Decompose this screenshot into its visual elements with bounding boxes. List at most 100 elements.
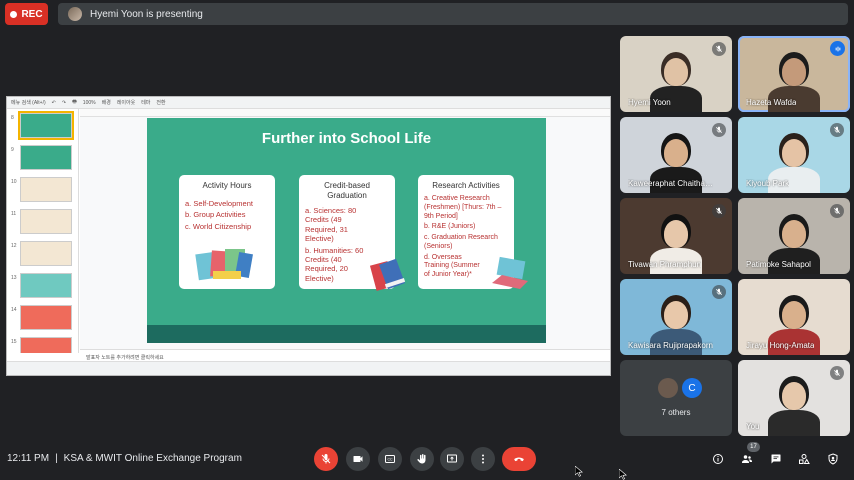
present-icon bbox=[447, 454, 457, 463]
books-illustration bbox=[369, 258, 406, 291]
slide-thumbnail[interactable] bbox=[20, 209, 72, 234]
slide-canvas: Further into School Life Activity Hours … bbox=[80, 117, 610, 349]
toolbar-item[interactable]: 배경 bbox=[102, 99, 111, 106]
card-title: Credit-based Graduation bbox=[324, 181, 370, 200]
person-body bbox=[768, 410, 820, 436]
chat-button[interactable] bbox=[768, 451, 784, 467]
shared-screen: 메뉴 검색 (Alt+/) ↶ ↷ 🖶 100% 배경 레이아웃 테마 전환 8 9 10 11 12 1… bbox=[6, 96, 611, 376]
separator: | bbox=[55, 453, 58, 464]
clock: 12:11 PM bbox=[7, 453, 50, 464]
slides-toolbar: 메뉴 검색 (Alt+/) ↶ ↷ 🖶 100% 배경 레이아웃 테마 전환 bbox=[7, 97, 610, 109]
participant-tile[interactable]: Jirayu Hong-Amata bbox=[738, 279, 850, 355]
list-item: c. World Citizenship bbox=[185, 221, 252, 231]
captions-icon: CC bbox=[385, 455, 395, 463]
ruler bbox=[80, 109, 610, 117]
meeting-info: 12:11 PM | KSA & MWIT Online Exchange Pr… bbox=[7, 453, 242, 464]
leave-call-button[interactable] bbox=[502, 447, 536, 471]
host-controls-icon bbox=[828, 453, 838, 465]
card-title: Research Activities bbox=[432, 181, 500, 190]
raise-hand-button[interactable] bbox=[410, 447, 434, 471]
participant-name: Patimoke Sahapol bbox=[746, 260, 811, 269]
mouse-pointer-icon bbox=[619, 469, 627, 480]
participant-name: Kawisara Rujiprapakorn bbox=[628, 341, 713, 350]
toolbar-item[interactable]: ↷ bbox=[62, 100, 66, 106]
participant-tile[interactable]: You bbox=[738, 360, 850, 436]
toolbar-item[interactable]: 레이아웃 bbox=[117, 99, 135, 106]
top-bar: REC Hyemi Yoon is presenting bbox=[0, 0, 854, 30]
card-title: Activity Hours bbox=[202, 181, 252, 190]
slide-thumbnail[interactable] bbox=[20, 305, 72, 330]
card-list: a. Self-Development b. Group Activities … bbox=[185, 199, 269, 231]
participant-tile[interactable]: Patimoke Sahapol bbox=[738, 198, 850, 274]
person-face bbox=[782, 301, 806, 329]
mic-off-button[interactable] bbox=[314, 447, 338, 471]
thumbnail-number: 13 bbox=[11, 275, 17, 281]
presenter-banner[interactable]: Hyemi Yoon is presenting bbox=[58, 3, 848, 25]
list-item: a. Sciences: 80 Credits (49 Required, 31… bbox=[305, 206, 357, 244]
camera-button[interactable] bbox=[346, 447, 370, 471]
toolbar-item[interactable]: 100% bbox=[83, 100, 96, 106]
more-options-button[interactable] bbox=[471, 447, 495, 471]
slide-thumbnail-panel: 8910111213141516Thank You bbox=[7, 109, 79, 353]
laptop-illustration bbox=[492, 256, 528, 289]
presenter-avatar bbox=[68, 7, 82, 21]
mic-off-icon bbox=[830, 366, 844, 380]
mic-off-icon bbox=[712, 204, 726, 218]
participant-tile[interactable]: Tivawan Phramphun bbox=[620, 198, 732, 274]
person-face bbox=[782, 220, 806, 248]
participant-tile[interactable]: Hazeta Wafda bbox=[738, 36, 850, 112]
chat-icon bbox=[771, 454, 781, 464]
host-controls-button[interactable] bbox=[825, 451, 841, 467]
toolbar-item[interactable]: 테마 bbox=[141, 99, 150, 106]
thumbnail-number: 15 bbox=[11, 339, 17, 345]
person-face bbox=[664, 220, 688, 248]
avatar: C bbox=[682, 378, 702, 398]
current-slide: Further into School Life Activity Hours … bbox=[147, 118, 546, 343]
recording-label: REC bbox=[21, 8, 43, 20]
mic-off-icon bbox=[712, 285, 726, 299]
mic-off-icon bbox=[321, 454, 331, 464]
slide-thumbnail[interactable] bbox=[20, 145, 72, 170]
people-button[interactable] bbox=[739, 451, 755, 467]
slide-footer-band bbox=[147, 325, 546, 343]
mic-off-icon bbox=[712, 123, 726, 137]
present-button[interactable] bbox=[440, 447, 464, 471]
slide-thumbnail[interactable] bbox=[20, 241, 72, 266]
toolbar-item[interactable]: ↶ bbox=[52, 100, 56, 106]
person-face bbox=[782, 139, 806, 167]
record-dot-icon bbox=[10, 10, 18, 18]
slide-thumbnail[interactable] bbox=[18, 111, 74, 140]
meeting-details-button[interactable] bbox=[710, 451, 726, 467]
participant-tile[interactable]: Kaweeraphat Chaithaworn bbox=[620, 117, 732, 193]
slide-thumbnail[interactable] bbox=[20, 273, 72, 298]
thumbnail-number: 11 bbox=[11, 211, 17, 217]
list-item: d. Overseas Training (Summer of Junior Y… bbox=[424, 253, 480, 279]
toolbar-item[interactable]: 메뉴 검색 (Alt+/) bbox=[11, 99, 46, 106]
slide-thumbnail[interactable] bbox=[20, 337, 72, 353]
captions-button[interactable]: CC bbox=[378, 447, 402, 471]
hangup-icon bbox=[514, 457, 524, 462]
raise-hand-icon bbox=[417, 454, 426, 464]
participant-name: You bbox=[746, 422, 760, 431]
list-item: b. R&E (Juniors) bbox=[424, 223, 476, 231]
participant-tile[interactable]: Hyemi Yoon bbox=[620, 36, 732, 112]
participant-tile[interactable]: Kawisara Rujiprapakorn bbox=[620, 279, 732, 355]
activities-button[interactable] bbox=[796, 451, 812, 467]
participant-name: Tivawan Phramphun bbox=[628, 260, 702, 269]
meeting-title[interactable]: KSA & MWIT Online Exchange Program bbox=[64, 453, 242, 464]
slide-title: Further into School Life bbox=[261, 130, 432, 147]
card-credit-graduation: Credit-based Graduation a. Sciences: 80 … bbox=[299, 175, 406, 291]
list-item: b. Humanities: 60 Credits (40 Required, … bbox=[305, 245, 364, 283]
recording-badge: REC bbox=[5, 3, 48, 25]
thumbnail-number: 10 bbox=[11, 179, 17, 185]
others-tile[interactable]: C 7 others bbox=[620, 360, 732, 436]
participant-name: Jirayu Hong-Amata bbox=[746, 341, 815, 350]
svg-text:CC: CC bbox=[387, 458, 393, 462]
activities-icon bbox=[799, 454, 810, 464]
participant-tile[interactable]: Kiyoub Park bbox=[738, 117, 850, 193]
toolbar-item[interactable]: 전환 bbox=[156, 99, 165, 106]
list-item: a. Self-Development bbox=[185, 199, 253, 208]
participant-name: Kaweeraphat Chaithaworn bbox=[628, 179, 713, 188]
slide-thumbnail[interactable] bbox=[20, 177, 72, 202]
toolbar-item[interactable]: 🖶 bbox=[72, 99, 77, 107]
